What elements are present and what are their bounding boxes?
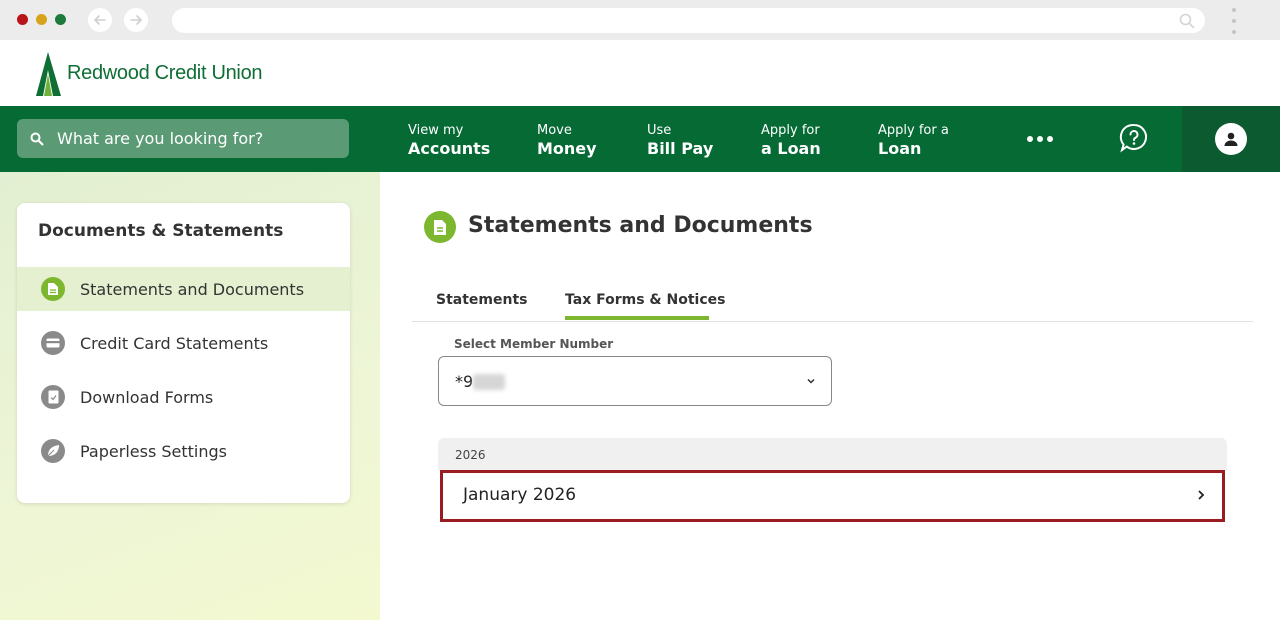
help-chat-icon[interactable] — [1119, 123, 1149, 153]
member-number-select[interactable]: *9 — [438, 356, 832, 406]
tab-tax-forms-notices[interactable]: Tax Forms & Notices — [565, 292, 725, 308]
browser-menu-icon[interactable] — [1230, 8, 1238, 34]
sidebar-item-label: Paperless Settings — [80, 441, 227, 461]
address-bar[interactable] — [172, 8, 1205, 33]
profile-icon — [1224, 132, 1238, 146]
browser-chrome — [0, 0, 1280, 40]
chevron-down-icon — [807, 378, 815, 384]
nav-apply-for-a-loan[interactable]: Apply for a Loan — [878, 123, 949, 158]
active-tab-indicator — [565, 316, 709, 320]
sidebar-menu: Documents & Statements Statements and Do… — [17, 203, 350, 503]
nav-label-line1: Move — [537, 123, 572, 138]
sidebar-item-label: Statements and Documents — [80, 279, 305, 299]
redacted-member-digits — [473, 374, 505, 390]
site-search[interactable] — [17, 119, 349, 158]
sidebar-title: Documents & Statements — [38, 221, 284, 241]
search-input[interactable] — [57, 129, 327, 148]
window-minimize-button[interactable] — [36, 14, 47, 25]
year-label: 2026 — [455, 448, 486, 462]
document-row-january-2026[interactable]: January 2026 — [438, 470, 1227, 522]
nav-label-line2: Accounts — [408, 138, 491, 158]
nav-label-line1: View my — [408, 123, 464, 138]
tabs-divider — [412, 321, 1253, 322]
sidebar-item-statements-documents[interactable]: Statements and Documents — [17, 267, 350, 311]
chevron-right-icon — [1198, 490, 1205, 500]
nav-view-accounts[interactable]: View my Accounts — [408, 123, 490, 158]
nav-move-money[interactable]: Move Money — [537, 123, 597, 158]
leaf-icon — [41, 439, 65, 463]
nav-bill-pay[interactable]: Use Bill Pay — [647, 123, 713, 158]
main-navigation: View my Accounts Move Money Use Bill Pay… — [0, 106, 1280, 172]
site-header: Redwood Credit Union — [0, 40, 1280, 106]
arrow-left-icon — [93, 15, 106, 25]
nav-label-line2: Bill Pay — [647, 138, 714, 158]
arrow-right-icon — [130, 15, 143, 25]
nav-label-line2: Loan — [878, 138, 922, 158]
window-close-button[interactable] — [17, 14, 28, 25]
sidebar-item-paperless-settings[interactable]: Paperless Settings — [17, 429, 350, 473]
page-title: Statements and Documents — [468, 213, 813, 238]
more-icon[interactable] — [1027, 136, 1053, 142]
search-icon — [1179, 13, 1195, 29]
sidebar-item-label: Credit Card Statements — [80, 333, 269, 353]
search-icon — [30, 132, 44, 146]
brand-name[interactable]: Redwood Credit Union — [67, 62, 263, 85]
nav-label-line2: a Loan — [761, 138, 821, 158]
sidebar-item-credit-card-statements[interactable]: Credit Card Statements — [17, 321, 350, 365]
year-group-header: 2026 — [438, 438, 1227, 471]
browser-forward-button[interactable] — [124, 8, 148, 32]
sidebar-item-download-forms[interactable]: Download Forms — [17, 375, 350, 419]
sidebar-item-label: Download Forms — [80, 387, 214, 407]
nav-apply-for-loan[interactable]: Apply for a Loan — [761, 123, 821, 158]
form-icon — [41, 385, 65, 409]
document-icon — [41, 277, 65, 301]
nav-label-line1: Use — [647, 123, 672, 138]
browser-back-button[interactable] — [88, 8, 112, 32]
nav-label-line2: Money — [537, 138, 597, 158]
window-maximize-button[interactable] — [55, 14, 66, 25]
document-row-label: January 2026 — [463, 485, 577, 505]
document-icon — [424, 211, 456, 243]
member-number-label: Select Member Number — [454, 337, 614, 351]
redwood-tree-logo-icon[interactable] — [34, 52, 62, 96]
nav-label-line1: Apply for — [761, 123, 820, 138]
avatar — [1215, 123, 1247, 155]
member-number-value: *9 — [455, 372, 474, 391]
nav-label-line1: Apply for a — [878, 123, 949, 138]
profile-button[interactable] — [1182, 106, 1280, 172]
credit-card-icon — [41, 331, 65, 355]
tab-statements[interactable]: Statements — [436, 292, 528, 308]
